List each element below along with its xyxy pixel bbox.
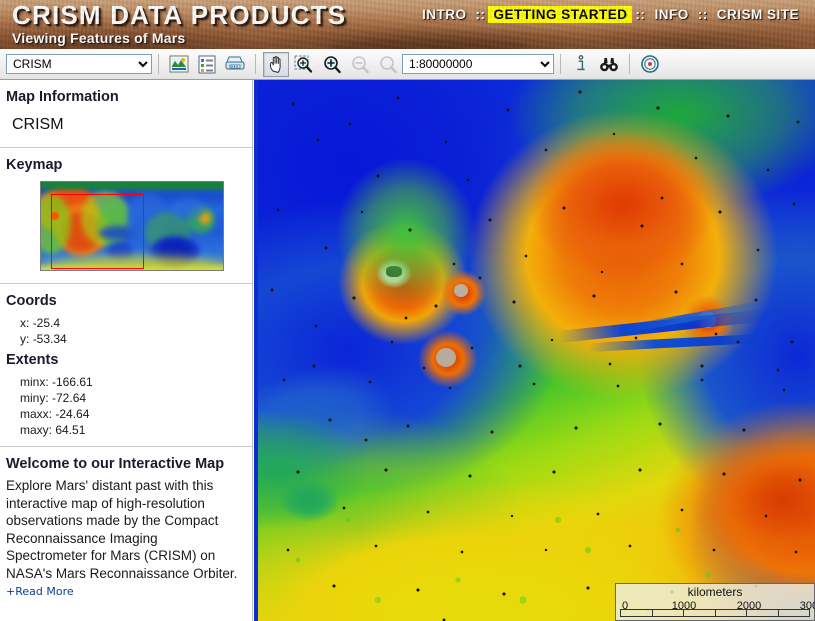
page-title: CRISM DATA PRODUCTS bbox=[12, 0, 347, 30]
scalebar-units-label: kilometers bbox=[687, 585, 743, 599]
keymap-extent-box[interactable] bbox=[51, 194, 144, 269]
map-viewport[interactable]: kilometers 0 1000 2000 3000 bbox=[254, 80, 815, 621]
extent-row-maxx: maxx: -24.64 bbox=[6, 406, 242, 422]
legend-icon[interactable] bbox=[194, 52, 220, 77]
coord-row-y: y: -53.34 bbox=[6, 331, 242, 347]
mars-elevation-map[interactable]: kilometers 0 1000 2000 3000 bbox=[258, 80, 815, 621]
map-information-sidebar: Map Information CRISM Keymap Coords x: -… bbox=[0, 80, 253, 621]
page-subtitle: Viewing Features of Mars bbox=[12, 30, 186, 46]
nav-link-getting-started[interactable]: GETTING STARTED bbox=[488, 6, 633, 23]
zoom-out-icon[interactable] bbox=[347, 52, 373, 77]
extents-heading: Extents bbox=[6, 352, 59, 368]
zoom-full-icon[interactable] bbox=[375, 52, 401, 77]
keymap-thumbnail-wrap bbox=[6, 179, 242, 275]
coords-extents-panel: Coords x: -25.4 y: -53.34 Extents minx: … bbox=[0, 284, 252, 446]
map-information-panel: Map Information CRISM bbox=[0, 80, 252, 147]
site-branding: CRISM DATA PRODUCTS Viewing Features of … bbox=[8, 0, 350, 48]
map-information-heading: Map Information bbox=[6, 89, 119, 105]
extent-maxy-label: maxy: bbox=[20, 423, 53, 437]
scalebar-segment bbox=[779, 610, 810, 616]
toolbar-divider bbox=[158, 54, 159, 74]
nav-link-info[interactable]: INFO bbox=[648, 6, 694, 23]
extent-minx-label: minx: bbox=[20, 375, 49, 389]
toolbar-divider bbox=[629, 54, 630, 74]
keymap-panel: Keymap bbox=[0, 148, 252, 283]
scalebar-segment bbox=[621, 610, 653, 616]
keymap-heading: Keymap bbox=[6, 157, 63, 173]
welcome-body: Explore Mars' distant past with this int… bbox=[6, 478, 238, 581]
crism-interactive-map-page: CRISM DATA PRODUCTS Viewing Features of … bbox=[0, 0, 815, 621]
welcome-panel: Welcome to our Interactive Map Explore M… bbox=[0, 447, 252, 608]
read-more-link[interactable]: +Read More bbox=[6, 585, 74, 598]
extent-row-minx: minx: -166.61 bbox=[6, 374, 242, 390]
scalebar-segment bbox=[653, 610, 684, 616]
scalebar-segment bbox=[747, 610, 779, 616]
coord-y-value: -53.34 bbox=[32, 332, 67, 346]
nav-link-crism-site[interactable]: CRISM SITE bbox=[711, 6, 805, 23]
header-dune-decor bbox=[330, 38, 530, 49]
nav-link-intro[interactable]: INTRO bbox=[416, 6, 473, 23]
toolbar-divider bbox=[255, 54, 256, 74]
refresh-map-icon[interactable] bbox=[166, 52, 192, 77]
find-binoculars-icon[interactable] bbox=[596, 52, 622, 77]
crism-footprint-layer[interactable] bbox=[258, 80, 815, 621]
keymap-thumbnail[interactable] bbox=[40, 181, 224, 271]
map-toolbar: CRISM 1:80000000 bbox=[0, 49, 815, 80]
nav-separator: :: bbox=[475, 7, 486, 22]
scalebar-segment bbox=[716, 610, 747, 616]
coord-x-value: -25.4 bbox=[32, 316, 61, 330]
extent-minx-value: -166.61 bbox=[52, 375, 93, 389]
coords-heading: Coords bbox=[6, 293, 57, 309]
map-scalebar: kilometers 0 1000 2000 3000 bbox=[615, 583, 815, 621]
coord-row-x: x: -25.4 bbox=[6, 315, 242, 331]
zoom-in-icon[interactable] bbox=[319, 52, 345, 77]
extent-row-maxy: maxy: 64.51 bbox=[6, 422, 242, 438]
scalebar-segment bbox=[684, 610, 716, 616]
nav-separator: :: bbox=[697, 7, 708, 22]
extent-row-miny: miny: -72.64 bbox=[6, 390, 242, 406]
site-header: CRISM DATA PRODUCTS Viewing Features of … bbox=[0, 0, 815, 49]
extent-miny-value: -72.64 bbox=[52, 391, 87, 405]
layer-select[interactable]: CRISM bbox=[6, 54, 152, 74]
scalebar-bar bbox=[620, 609, 810, 617]
extent-maxx-label: maxx: bbox=[20, 407, 53, 421]
zoom-box-icon[interactable] bbox=[291, 52, 317, 77]
print-icon[interactable] bbox=[222, 52, 248, 77]
welcome-heading: Welcome to our Interactive Map bbox=[6, 456, 225, 472]
pan-hand-icon[interactable] bbox=[263, 51, 289, 77]
top-navigation: INTRO :: GETTING STARTED :: INFO :: CRIS… bbox=[416, 6, 805, 23]
recenter-target-icon[interactable] bbox=[637, 52, 663, 77]
extent-miny-label: miny: bbox=[20, 391, 49, 405]
identify-info-icon[interactable] bbox=[568, 52, 594, 77]
toolbar-divider bbox=[560, 54, 561, 74]
coord-y-label: y: bbox=[20, 332, 30, 346]
extent-maxx-value: -24.64 bbox=[55, 407, 90, 421]
map-information-value: CRISM bbox=[12, 116, 64, 133]
extent-maxy-value: 64.51 bbox=[55, 423, 86, 437]
coord-x-label: x: bbox=[20, 316, 30, 330]
nav-separator: :: bbox=[635, 7, 646, 22]
map-scale-select[interactable]: 1:80000000 bbox=[402, 54, 554, 74]
header-dune-decor bbox=[560, 24, 815, 49]
